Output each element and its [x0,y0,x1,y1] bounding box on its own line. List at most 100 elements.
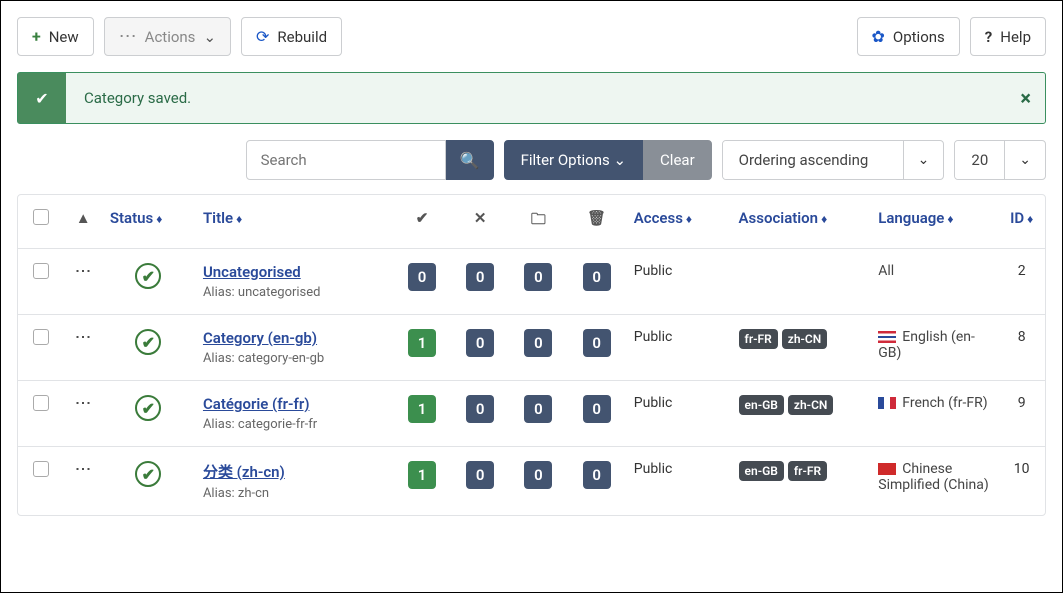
unpublished-column[interactable]: ✕ [451,195,509,249]
help-button[interactable]: ? Help [970,17,1046,56]
id-column[interactable]: ID♦ [998,195,1045,249]
help-button-label: Help [1000,28,1031,46]
status-published-icon[interactable]: ✔ [135,263,161,289]
categories-table: ▲ Status♦ Title♦ ✔ ✕ 🗀 🗑 Access♦ Associa… [18,195,1045,515]
search-icon: 🔍 [460,151,480,170]
language-column[interactable]: Language♦ [870,195,998,249]
row-drag-icon[interactable]: ⋮ [75,329,91,343]
close-icon[interactable]: × [1006,73,1045,123]
trashed-count[interactable]: 0 [583,329,611,357]
access-column[interactable]: Access♦ [626,195,731,249]
gear-icon: ✿ [872,27,885,46]
association-badge[interactable]: zh-CN [788,395,834,415]
table-row: ⋮ ✔ Catégorie (fr-fr) Alias: categorie-f… [18,381,1045,447]
x-icon: ✕ [474,209,487,227]
check-icon: ✔ [416,209,429,227]
access-text: Public [626,447,731,516]
row-checkbox[interactable] [33,263,49,279]
ellipsis-icon: ⋯ [119,26,137,47]
access-text: Public [626,381,731,447]
options-button-label: Options [893,28,945,46]
row-drag-icon[interactable]: ⋮ [75,263,91,277]
title-link[interactable]: Category (en-gb) [203,329,317,347]
chevron-down-icon: ⌄ [613,151,626,169]
toolbar: + New ⋯ Actions ⌄ ⟳ Rebuild ✿ Options ? … [17,17,1046,56]
new-button[interactable]: + New [17,17,94,56]
access-text: Public [626,249,731,315]
trashed-count[interactable]: 0 [583,461,611,489]
ordering-column[interactable]: ▲ [65,195,102,249]
trashed-column[interactable]: 🗑 [568,195,626,249]
alias-text: Alias: category-en-gb [203,351,385,366]
association-badge[interactable]: en-GB [739,395,784,415]
published-count[interactable]: 1 [408,329,436,357]
association-cell: fr-FRzh-CN [731,315,871,381]
chevron-down-icon: ⌄ [1004,141,1045,179]
trashed-count[interactable]: 0 [583,395,611,423]
clear-button[interactable]: Clear [643,140,712,180]
alias-text: Alias: categorie-fr-fr [203,417,385,432]
title-column[interactable]: Title♦ [195,195,393,249]
association-badge[interactable]: en-GB [739,461,784,481]
title-link[interactable]: 分类 (zh-cn) [203,463,285,481]
flag-cn-icon [878,463,896,475]
archived-count[interactable]: 0 [524,329,552,357]
access-text: Public [626,315,731,381]
status-published-icon[interactable]: ✔ [135,395,161,421]
status-published-icon[interactable]: ✔ [135,461,161,487]
unpublished-count[interactable]: 0 [466,329,494,357]
archived-count[interactable]: 0 [524,263,552,291]
limit-select[interactable]: 20 ⌄ [954,140,1046,180]
row-checkbox[interactable] [33,395,49,411]
language-text: Chinese Simplified (China) [870,447,998,516]
unpublished-count[interactable]: 0 [466,395,494,423]
search-input[interactable] [246,140,446,180]
archived-count[interactable]: 0 [524,461,552,489]
published-count[interactable]: 1 [408,461,436,489]
association-cell [731,249,871,315]
published-count[interactable]: 0 [408,263,436,291]
actions-button[interactable]: ⋯ Actions ⌄ [104,17,231,56]
unpublished-count[interactable]: 0 [466,461,494,489]
published-column[interactable]: ✔ [393,195,451,249]
id-text: 10 [998,447,1045,516]
ordering-select[interactable]: Ordering ascending ⌄ [722,140,945,180]
filter-bar: 🔍 Filter Options ⌄ Clear Ordering ascend… [17,140,1046,180]
association-column[interactable]: Association♦ [731,195,871,249]
archived-column[interactable]: 🗀 [509,195,567,249]
plus-icon: + [32,27,41,46]
table-row: ⋮ ✔ Category (en-gb) Alias: category-en-… [18,315,1045,381]
alias-text: Alias: uncategorised [203,285,385,300]
unpublished-count[interactable]: 0 [466,263,494,291]
archived-count[interactable]: 0 [524,395,552,423]
trashed-count[interactable]: 0 [583,263,611,291]
title-link[interactable]: Catégorie (fr-fr) [203,395,310,413]
association-badge[interactable]: fr-FR [739,329,778,349]
rebuild-button-label: Rebuild [277,28,327,46]
table-row: ⋮ ✔ 分类 (zh-cn) Alias: zh-cn 1 0 0 0 Publ… [18,447,1045,516]
select-all-checkbox[interactable] [33,209,49,225]
language-text: English (en-GB) [870,315,998,381]
status-column[interactable]: Status♦ [102,195,195,249]
rebuild-button[interactable]: ⟳ Rebuild [241,17,342,56]
title-link[interactable]: Uncategorised [203,263,301,281]
language-text: All [870,249,998,315]
filter-options-label: Filter Options [521,151,610,169]
status-published-icon[interactable]: ✔ [135,329,161,355]
options-button[interactable]: ✿ Options [857,17,960,56]
row-checkbox[interactable] [33,329,49,345]
published-count[interactable]: 1 [408,395,436,423]
row-checkbox[interactable] [33,461,49,477]
limit-label: 20 [955,141,1004,179]
alert-message: Category saved. [66,73,1006,123]
filter-options-button[interactable]: Filter Options ⌄ [504,140,643,180]
association-badge[interactable]: fr-FR [788,461,827,481]
search-button[interactable]: 🔍 [446,140,494,180]
alias-text: Alias: zh-cn [203,486,385,501]
row-drag-icon[interactable]: ⋮ [75,395,91,409]
association-badge[interactable]: zh-CN [782,329,828,349]
refresh-icon: ⟳ [256,27,269,46]
language-text: French (fr-FR) [870,381,998,447]
flag-fr-icon [878,397,896,409]
row-drag-icon[interactable]: ⋮ [75,461,91,475]
